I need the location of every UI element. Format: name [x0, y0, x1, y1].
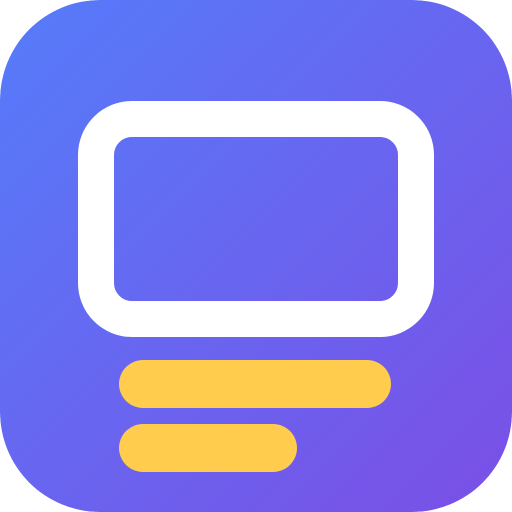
app-icon	[0, 0, 512, 512]
long-yellow-line	[119, 360, 391, 408]
short-yellow-line	[119, 424, 297, 472]
app-icon-canvas	[0, 0, 512, 512]
monitor-with-lines-icon	[0, 0, 512, 512]
